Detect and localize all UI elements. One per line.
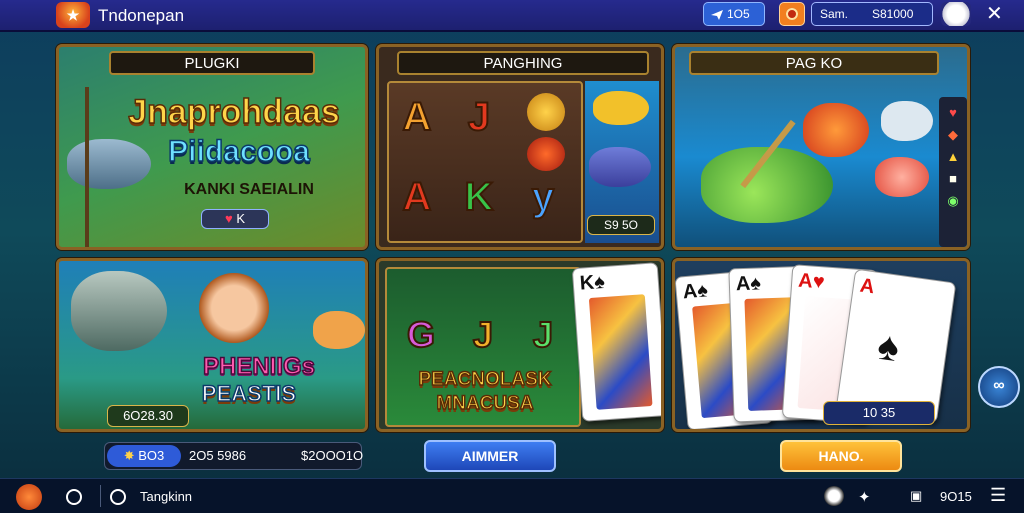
bonus-icon[interactable] [779,2,805,26]
fish-icon [881,101,933,141]
badge-label: K [236,211,245,226]
clock-icon[interactable] [66,489,82,505]
divider [100,485,101,507]
card-rank: A♥ [797,269,826,294]
account-balance[interactable]: Sam. S81000 [811,2,933,26]
target-icon[interactable]: ◉ [941,193,965,213]
win-value: $2OOO1O [301,448,364,463]
send-icon [711,9,723,20]
game-tile-panghing[interactable]: PANGHING A J A K y S9 5O [376,44,664,250]
tile-title-1: Jnaprohdaas [127,92,340,132]
card-rank: K♠ [579,270,606,295]
tile-title-2: MNACUSA [436,392,535,415]
block-icon[interactable] [110,489,126,505]
heart-icon[interactable]: ♥ [941,105,965,125]
card-rank: A [858,274,876,299]
bottom-label: Tangkinn [140,489,193,504]
fish-icon [313,311,365,349]
menu-icon[interactable]: ☰ [990,485,1006,506]
star-icon: ✸ [123,448,135,463]
playing-card: K♠ [571,262,661,422]
info-icon[interactable]: ∞ [978,366,1020,408]
bet-button[interactable]: ✸ BO3 [107,445,181,467]
game-tile-phenigs[interactable]: PHENIIGs PEASTIS 6O28.30 [56,258,368,432]
reel-symbol: A [402,174,433,220]
gamepad-icon[interactable]: ▣ [910,488,922,504]
tile-title-2: Piidacooa [167,134,310,169]
bet-label: BO3 [138,448,165,463]
spade-icon: ♠ [874,323,903,371]
fish-icon [803,103,869,157]
game-tile-cards[interactable]: A♠ A♠ A♥ A ♠ 10 35 [672,258,970,432]
bet-value: 2O5 5986 [189,448,247,463]
tile-score: S9 5O [587,215,655,235]
tile-title-1: PEACNOLASK [418,368,553,391]
tile-banner: PAG KO [689,51,939,75]
card-rank: A♠ [681,279,709,304]
coin-icon [527,93,565,131]
tool-icon[interactable]: ✦ [858,488,871,506]
tile-banner: PANGHING [397,51,649,75]
game-tile-pag-ko[interactable]: PAG KO ♥ ◆ ▲ ■ ◉ [672,44,970,250]
fish-icon [593,91,649,125]
balance-value: S81000 [872,7,914,21]
soccer-ball-icon[interactable] [824,486,844,506]
tile-title-1: PHENIIGs [202,352,316,381]
soccer-ball-icon[interactable] [941,2,971,26]
bottom-count: 9O15 [940,489,972,504]
top-bar: ★ Tndonepan 1O5 Sam. S81000 ✕ [0,0,1024,32]
reel-symbol: G [406,313,436,356]
home-icon[interactable] [16,484,42,510]
bet-bar: ✸ BO3 2O5 5986 $2OOO1O [104,442,364,470]
bottom-bar: Tangkinn ✦ ▣ 9O15 ☰ [0,478,1024,513]
reel-symbol: A [402,94,433,140]
reel-symbol: y [531,174,555,220]
share-button[interactable]: 1O5 [703,2,765,26]
account-name: Sam. [820,7,849,21]
pole [85,87,89,247]
heart-icon: ♥ [224,211,233,226]
tile-amount: 6O28.30 [107,405,189,427]
gem-icon [527,137,565,171]
reel-symbol: J [532,313,554,356]
reel-symbol: K [464,174,495,220]
app-logo[interactable]: ★ [56,2,90,28]
character-avatar [199,273,269,343]
tile-title-2: PEASTIS [201,380,297,407]
secondary-button[interactable]: HANO. [780,440,902,472]
tile-banner: PLUGKI [109,51,315,75]
bell-icon[interactable]: ▲ [941,149,965,169]
primary-button[interactable]: AIMMER [424,440,556,472]
game-tile-plugki[interactable]: PLUGKI Jnaprohdaas Piidacooa KANKI SAEIA… [56,44,368,250]
app-title: Tndonepan [98,6,185,25]
gift-icon[interactable]: ■ [941,171,965,191]
fire-icon[interactable]: ◆ [941,127,965,147]
share-count: 1O5 [727,7,750,21]
close-icon[interactable]: ✕ [986,3,1003,25]
heart-badge[interactable]: ♥ K [201,209,269,229]
tile-amount: 10 35 [823,401,935,425]
fish-icon [875,157,929,197]
card-rank: A♠ [735,272,762,296]
fish-icon [71,271,167,351]
reel-symbol: J [467,94,491,140]
card-art [588,294,653,410]
fish-icon [589,147,651,187]
tile-subtitle: KANKI SAEIALIN [184,181,314,198]
game-tile-peacnolask[interactable]: G J J PEACNOLASK MNACUSA K♠ [376,258,664,432]
reel-symbol: J [472,313,494,356]
